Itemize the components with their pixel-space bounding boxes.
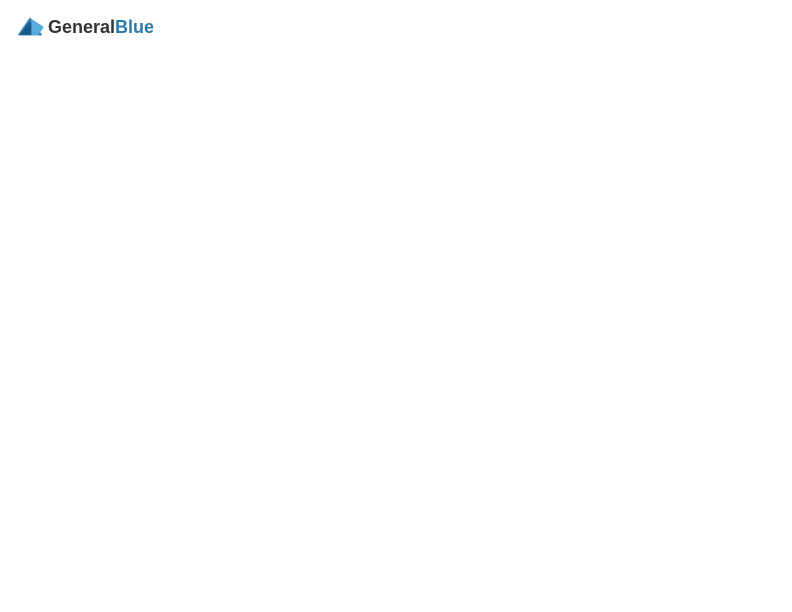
logo-blue: Blue bbox=[115, 17, 154, 37]
logo-icon bbox=[16, 16, 44, 38]
logo: GeneralBlue bbox=[16, 16, 154, 38]
page-header: GeneralBlue bbox=[16, 16, 776, 38]
logo-general: General bbox=[48, 17, 115, 37]
